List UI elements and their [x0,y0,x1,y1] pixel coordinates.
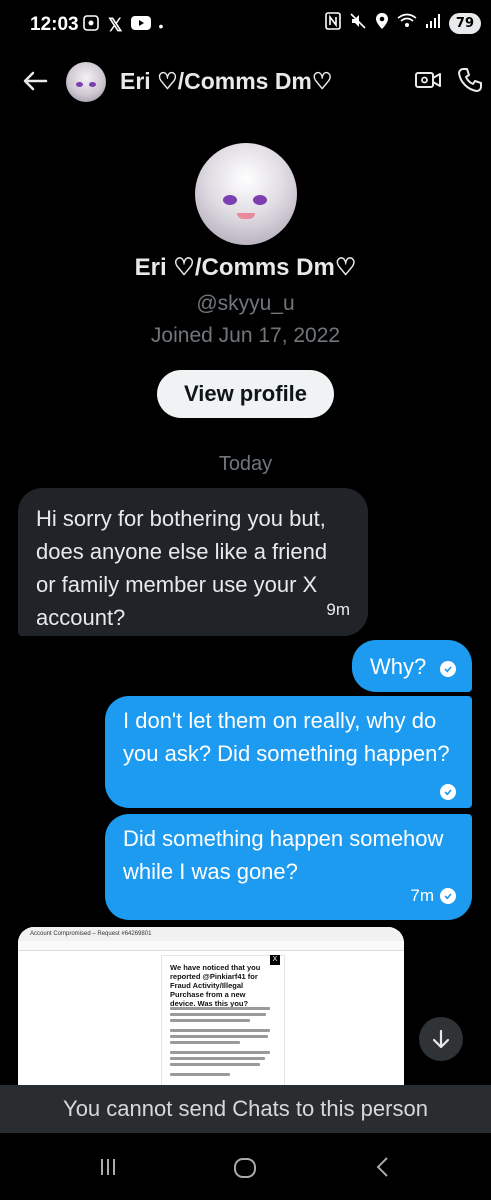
message-outgoing[interactable]: Did something happen somehow while I was… [105,814,472,920]
status-bar: 12:03 𝕏 • 79 [0,0,491,52]
text-line [170,1019,250,1022]
nfc-icon [325,12,341,35]
text-line [170,1007,270,1010]
location-icon [375,12,389,35]
image-attachment[interactable]: Account Compromised – Request #64269801 … [18,927,404,1085]
profile-name: Eri ♡/Comms Dm♡ [134,254,357,281]
seen-check-icon [440,887,456,904]
mute-icon [349,12,367,35]
text-line [170,1013,266,1016]
x-app-icon: 𝕏 [108,15,123,35]
text-line [170,1041,240,1044]
message-text: I don't let them on really, why do you a… [123,708,450,766]
message-outgoing[interactable]: Why? [352,640,472,692]
signal-icon [425,13,441,34]
attachment-headline: We have noticed that you reported @Pinki… [170,963,261,1008]
video-camera-icon [415,72,441,88]
cannot-send-notice: You cannot send Chats to this person [0,1085,491,1133]
avatar-mouth [237,213,255,219]
message-text: Did something happen somehow while I was… [123,826,444,884]
text-line [170,1073,230,1076]
text-line [170,1035,268,1038]
message-incoming[interactable]: Hi sorry for bothering you but, does any… [18,488,368,636]
contact-avatar[interactable] [66,62,106,102]
system-nav-bar [0,1133,491,1200]
message-text: Hi sorry for bothering you but, does any… [36,506,328,630]
wifi-icon [397,13,417,34]
chat-header: Eri ♡/Comms Dm♡ [0,52,491,112]
text-line [170,1051,270,1054]
home-button[interactable] [233,1156,257,1185]
seen-check-icon [440,661,456,677]
contact-name[interactable]: Eri ♡/Comms Dm♡ [120,68,333,95]
phone-icon [458,68,482,92]
seen-check-icon [440,784,456,800]
text-line [170,1029,270,1032]
battery-indicator: 79 [448,13,481,34]
message-outgoing[interactable]: I don't let them on really, why do you a… [105,696,472,808]
day-separator: Today [218,453,273,475]
profile-joined-date: Joined Jun 17, 2022 [150,324,341,347]
voice-call-button[interactable] [456,66,484,99]
message-time: 9m [326,600,350,619]
attachment-url-bar [18,941,404,951]
text-line [170,1063,260,1066]
profile-avatar[interactable] [195,143,297,245]
recent-apps-button[interactable] [98,1157,118,1182]
message-text: Why? [370,654,427,679]
status-time: 12:03 [30,14,79,35]
x-logo-icon: X [270,955,280,965]
profile-handle: @skyyu_u [196,292,295,315]
youtube-icon [130,16,151,35]
text-line [170,1057,265,1060]
video-call-button[interactable] [414,66,442,99]
message-time: 7m [410,886,434,905]
system-back-button[interactable] [373,1156,393,1183]
home-icon [234,1158,256,1178]
arrow-left-icon [23,71,48,91]
scroll-to-bottom-button[interactable] [419,1017,463,1061]
chevron-left-icon [376,1157,388,1177]
notification-dot-icon: • [158,17,164,34]
view-profile-button[interactable]: View profile [157,370,334,418]
attachment-tab-title: Account Compromised – Request #64269801 [18,927,404,941]
screen-record-icon [82,14,100,37]
back-button[interactable] [20,66,50,96]
recent-apps-icon [101,1159,115,1175]
arrow-down-icon [432,1029,450,1049]
